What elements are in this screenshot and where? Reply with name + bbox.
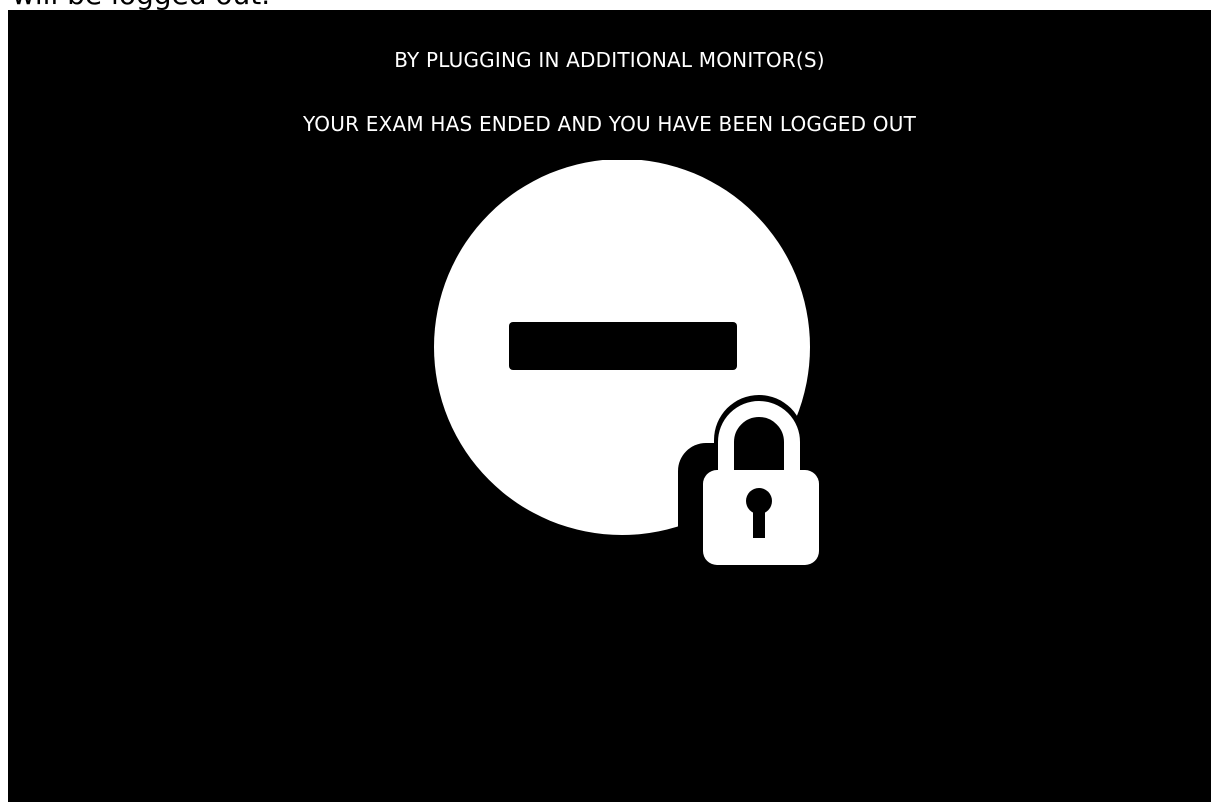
message-line-2: YOUR EXAM HAS ENDED AND YOU HAVE BEEN LO… <box>302 112 916 136</box>
message-line-1: BY PLUGGING IN ADDITIONAL MONITOR(S) <box>394 48 825 72</box>
page: will be logged out. BY PLUGGING IN ADDIT… <box>0 0 1211 802</box>
logged-out-graphic <box>434 160 844 580</box>
lockout-screen: BY PLUGGING IN ADDITIONAL MONITOR(S) YOU… <box>8 10 1211 802</box>
